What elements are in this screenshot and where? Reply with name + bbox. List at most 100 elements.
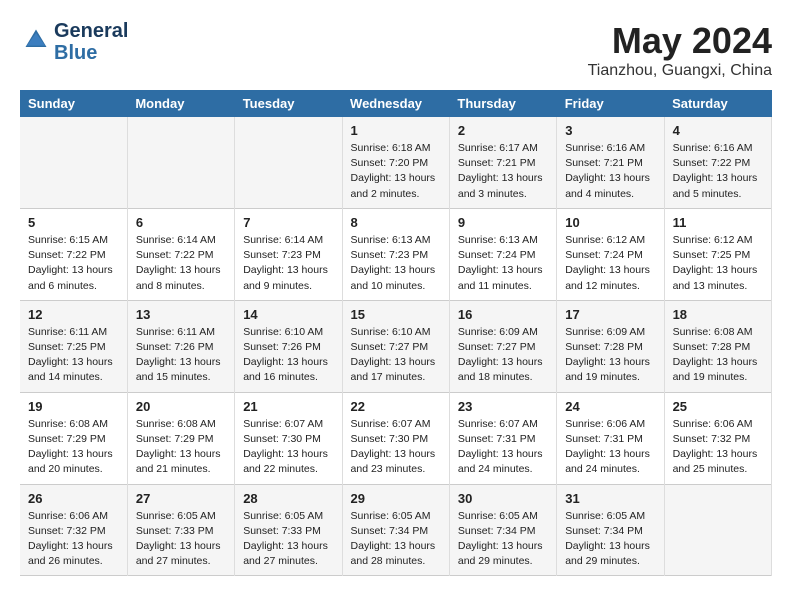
day-info: Sunrise: 6:09 AM Sunset: 7:27 PM Dayligh…	[458, 325, 548, 386]
day-info: Sunrise: 6:14 AM Sunset: 7:23 PM Dayligh…	[243, 233, 333, 294]
day-number: 28	[243, 491, 333, 506]
day-info: Sunrise: 6:10 AM Sunset: 7:26 PM Dayligh…	[243, 325, 333, 386]
day-info: Sunrise: 6:05 AM Sunset: 7:34 PM Dayligh…	[351, 509, 441, 570]
day-info: Sunrise: 6:14 AM Sunset: 7:22 PM Dayligh…	[136, 233, 226, 294]
day-number: 10	[565, 215, 655, 230]
logo-line1: General	[54, 20, 128, 42]
day-number: 18	[673, 307, 763, 322]
weekday-header-tuesday: Tuesday	[235, 90, 342, 117]
day-number: 19	[28, 399, 119, 414]
day-info: Sunrise: 6:08 AM Sunset: 7:29 PM Dayligh…	[136, 417, 226, 478]
page-header: General Blue May 2024 Tianzhou, Guangxi,…	[20, 20, 772, 80]
day-info: Sunrise: 6:13 AM Sunset: 7:23 PM Dayligh…	[351, 233, 441, 294]
day-info: Sunrise: 6:08 AM Sunset: 7:29 PM Dayligh…	[28, 417, 119, 478]
day-number: 3	[565, 123, 655, 138]
calendar-table: SundayMondayTuesdayWednesdayThursdayFrid…	[20, 90, 772, 576]
day-info: Sunrise: 6:05 AM Sunset: 7:34 PM Dayligh…	[458, 509, 548, 570]
day-number: 9	[458, 215, 548, 230]
calendar-cell: 15 Sunrise: 6:10 AM Sunset: 7:27 PM Dayli…	[342, 300, 449, 392]
day-number: 29	[351, 491, 441, 506]
day-number: 4	[673, 123, 763, 138]
day-number: 2	[458, 123, 548, 138]
calendar-cell: 29 Sunrise: 6:05 AM Sunset: 7:34 PM Dayli…	[342, 484, 449, 576]
calendar-cell: 24 Sunrise: 6:06 AM Sunset: 7:31 PM Dayli…	[557, 392, 664, 484]
calendar-cell: 3 Sunrise: 6:16 AM Sunset: 7:21 PM Daylig…	[557, 117, 664, 208]
day-number: 13	[136, 307, 226, 322]
day-number: 7	[243, 215, 333, 230]
title-block: May 2024 Tianzhou, Guangxi, China	[588, 20, 772, 80]
calendar-cell: 28 Sunrise: 6:05 AM Sunset: 7:33 PM Dayli…	[235, 484, 342, 576]
calendar-cell: 9 Sunrise: 6:13 AM Sunset: 7:24 PM Daylig…	[449, 208, 556, 300]
weekday-header-monday: Monday	[127, 90, 234, 117]
day-info: Sunrise: 6:12 AM Sunset: 7:25 PM Dayligh…	[673, 233, 763, 294]
day-number: 23	[458, 399, 548, 414]
month-title: May 2024	[588, 20, 772, 62]
day-info: Sunrise: 6:15 AM Sunset: 7:22 PM Dayligh…	[28, 233, 119, 294]
calendar-week-row: 1 Sunrise: 6:18 AM Sunset: 7:20 PM Daylig…	[20, 117, 772, 208]
calendar-cell: 12Sunrise: 6:11 AM Sunset: 7:25 PM Dayli…	[20, 300, 127, 392]
calendar-cell: 2Sunrise: 6:17 AM Sunset: 7:21 PM Daylig…	[449, 117, 556, 208]
day-info: Sunrise: 6:07 AM Sunset: 7:30 PM Dayligh…	[243, 417, 333, 478]
calendar-cell: 10Sunrise: 6:12 AM Sunset: 7:24 PM Dayli…	[557, 208, 664, 300]
calendar-week-row: 19 Sunrise: 6:08 AM Sunset: 7:29 PM Dayli…	[20, 392, 772, 484]
calendar-cell: 21 Sunrise: 6:07 AM Sunset: 7:30 PM Dayli…	[235, 392, 342, 484]
calendar-cell: 19 Sunrise: 6:08 AM Sunset: 7:29 PM Dayli…	[20, 392, 127, 484]
calendar-cell: 18 Sunrise: 6:08 AM Sunset: 7:28 PM Dayli…	[664, 300, 771, 392]
calendar-cell	[127, 117, 234, 208]
day-info: Sunrise: 6:18 AM Sunset: 7:20 PM Dayligh…	[351, 141, 441, 202]
day-number: 27	[136, 491, 226, 506]
day-number: 31	[565, 491, 655, 506]
calendar-cell: 7 Sunrise: 6:14 AM Sunset: 7:23 PM Daylig…	[235, 208, 342, 300]
day-number: 24	[565, 399, 655, 414]
calendar-week-row: 5Sunrise: 6:15 AM Sunset: 7:22 PM Daylig…	[20, 208, 772, 300]
calendar-cell: 14 Sunrise: 6:10 AM Sunset: 7:26 PM Dayli…	[235, 300, 342, 392]
day-number: 20	[136, 399, 226, 414]
weekday-header-sunday: Sunday	[20, 90, 127, 117]
calendar-cell: 17 Sunrise: 6:09 AM Sunset: 7:28 PM Dayli…	[557, 300, 664, 392]
day-info: Sunrise: 6:16 AM Sunset: 7:22 PM Dayligh…	[673, 141, 763, 202]
calendar-cell: 8Sunrise: 6:13 AM Sunset: 7:23 PM Daylig…	[342, 208, 449, 300]
day-number: 26	[28, 491, 119, 506]
day-info: Sunrise: 6:13 AM Sunset: 7:24 PM Dayligh…	[458, 233, 548, 294]
calendar-cell	[235, 117, 342, 208]
day-info: Sunrise: 6:11 AM Sunset: 7:26 PM Dayligh…	[136, 325, 226, 386]
calendar-cell: 13 Sunrise: 6:11 AM Sunset: 7:26 PM Dayli…	[127, 300, 234, 392]
day-info: Sunrise: 6:06 AM Sunset: 7:32 PM Dayligh…	[28, 509, 119, 570]
calendar-cell: 11 Sunrise: 6:12 AM Sunset: 7:25 PM Dayli…	[664, 208, 771, 300]
day-info: Sunrise: 6:05 AM Sunset: 7:34 PM Dayligh…	[565, 509, 655, 570]
day-number: 1	[351, 123, 441, 138]
logo: General Blue	[20, 20, 128, 64]
day-number: 11	[673, 215, 763, 230]
day-info: Sunrise: 6:08 AM Sunset: 7:28 PM Dayligh…	[673, 325, 763, 386]
calendar-cell: 20 Sunrise: 6:08 AM Sunset: 7:29 PM Dayli…	[127, 392, 234, 484]
day-info: Sunrise: 6:05 AM Sunset: 7:33 PM Dayligh…	[243, 509, 333, 570]
calendar-cell: 6Sunrise: 6:14 AM Sunset: 7:22 PM Daylig…	[127, 208, 234, 300]
calendar-cell: 31 Sunrise: 6:05 AM Sunset: 7:34 PM Dayli…	[557, 484, 664, 576]
calendar-cell: 27 Sunrise: 6:05 AM Sunset: 7:33 PM Dayli…	[127, 484, 234, 576]
day-number: 12	[28, 307, 119, 322]
calendar-cell	[20, 117, 127, 208]
day-number: 30	[458, 491, 548, 506]
day-info: Sunrise: 6:05 AM Sunset: 7:33 PM Dayligh…	[136, 509, 226, 570]
day-number: 14	[243, 307, 333, 322]
logo-line2: Blue	[54, 42, 128, 64]
day-info: Sunrise: 6:10 AM Sunset: 7:27 PM Dayligh…	[351, 325, 441, 386]
day-number: 17	[565, 307, 655, 322]
weekday-header-friday: Friday	[557, 90, 664, 117]
day-info: Sunrise: 6:16 AM Sunset: 7:21 PM Dayligh…	[565, 141, 655, 202]
calendar-cell: 22Sunrise: 6:07 AM Sunset: 7:30 PM Dayli…	[342, 392, 449, 484]
calendar-cell: 25Sunrise: 6:06 AM Sunset: 7:32 PM Dayli…	[664, 392, 771, 484]
day-info: Sunrise: 6:09 AM Sunset: 7:28 PM Dayligh…	[565, 325, 655, 386]
day-number: 15	[351, 307, 441, 322]
weekday-header-wednesday: Wednesday	[342, 90, 449, 117]
day-number: 16	[458, 307, 548, 322]
calendar-cell: 4 Sunrise: 6:16 AM Sunset: 7:22 PM Daylig…	[664, 117, 771, 208]
calendar-cell: 23 Sunrise: 6:07 AM Sunset: 7:31 PM Dayli…	[449, 392, 556, 484]
day-info: Sunrise: 6:06 AM Sunset: 7:31 PM Dayligh…	[565, 417, 655, 478]
day-number: 22	[351, 399, 441, 414]
day-number: 21	[243, 399, 333, 414]
day-number: 25	[673, 399, 763, 414]
day-info: Sunrise: 6:07 AM Sunset: 7:31 PM Dayligh…	[458, 417, 548, 478]
weekday-header-thursday: Thursday	[449, 90, 556, 117]
calendar-cell	[664, 484, 771, 576]
